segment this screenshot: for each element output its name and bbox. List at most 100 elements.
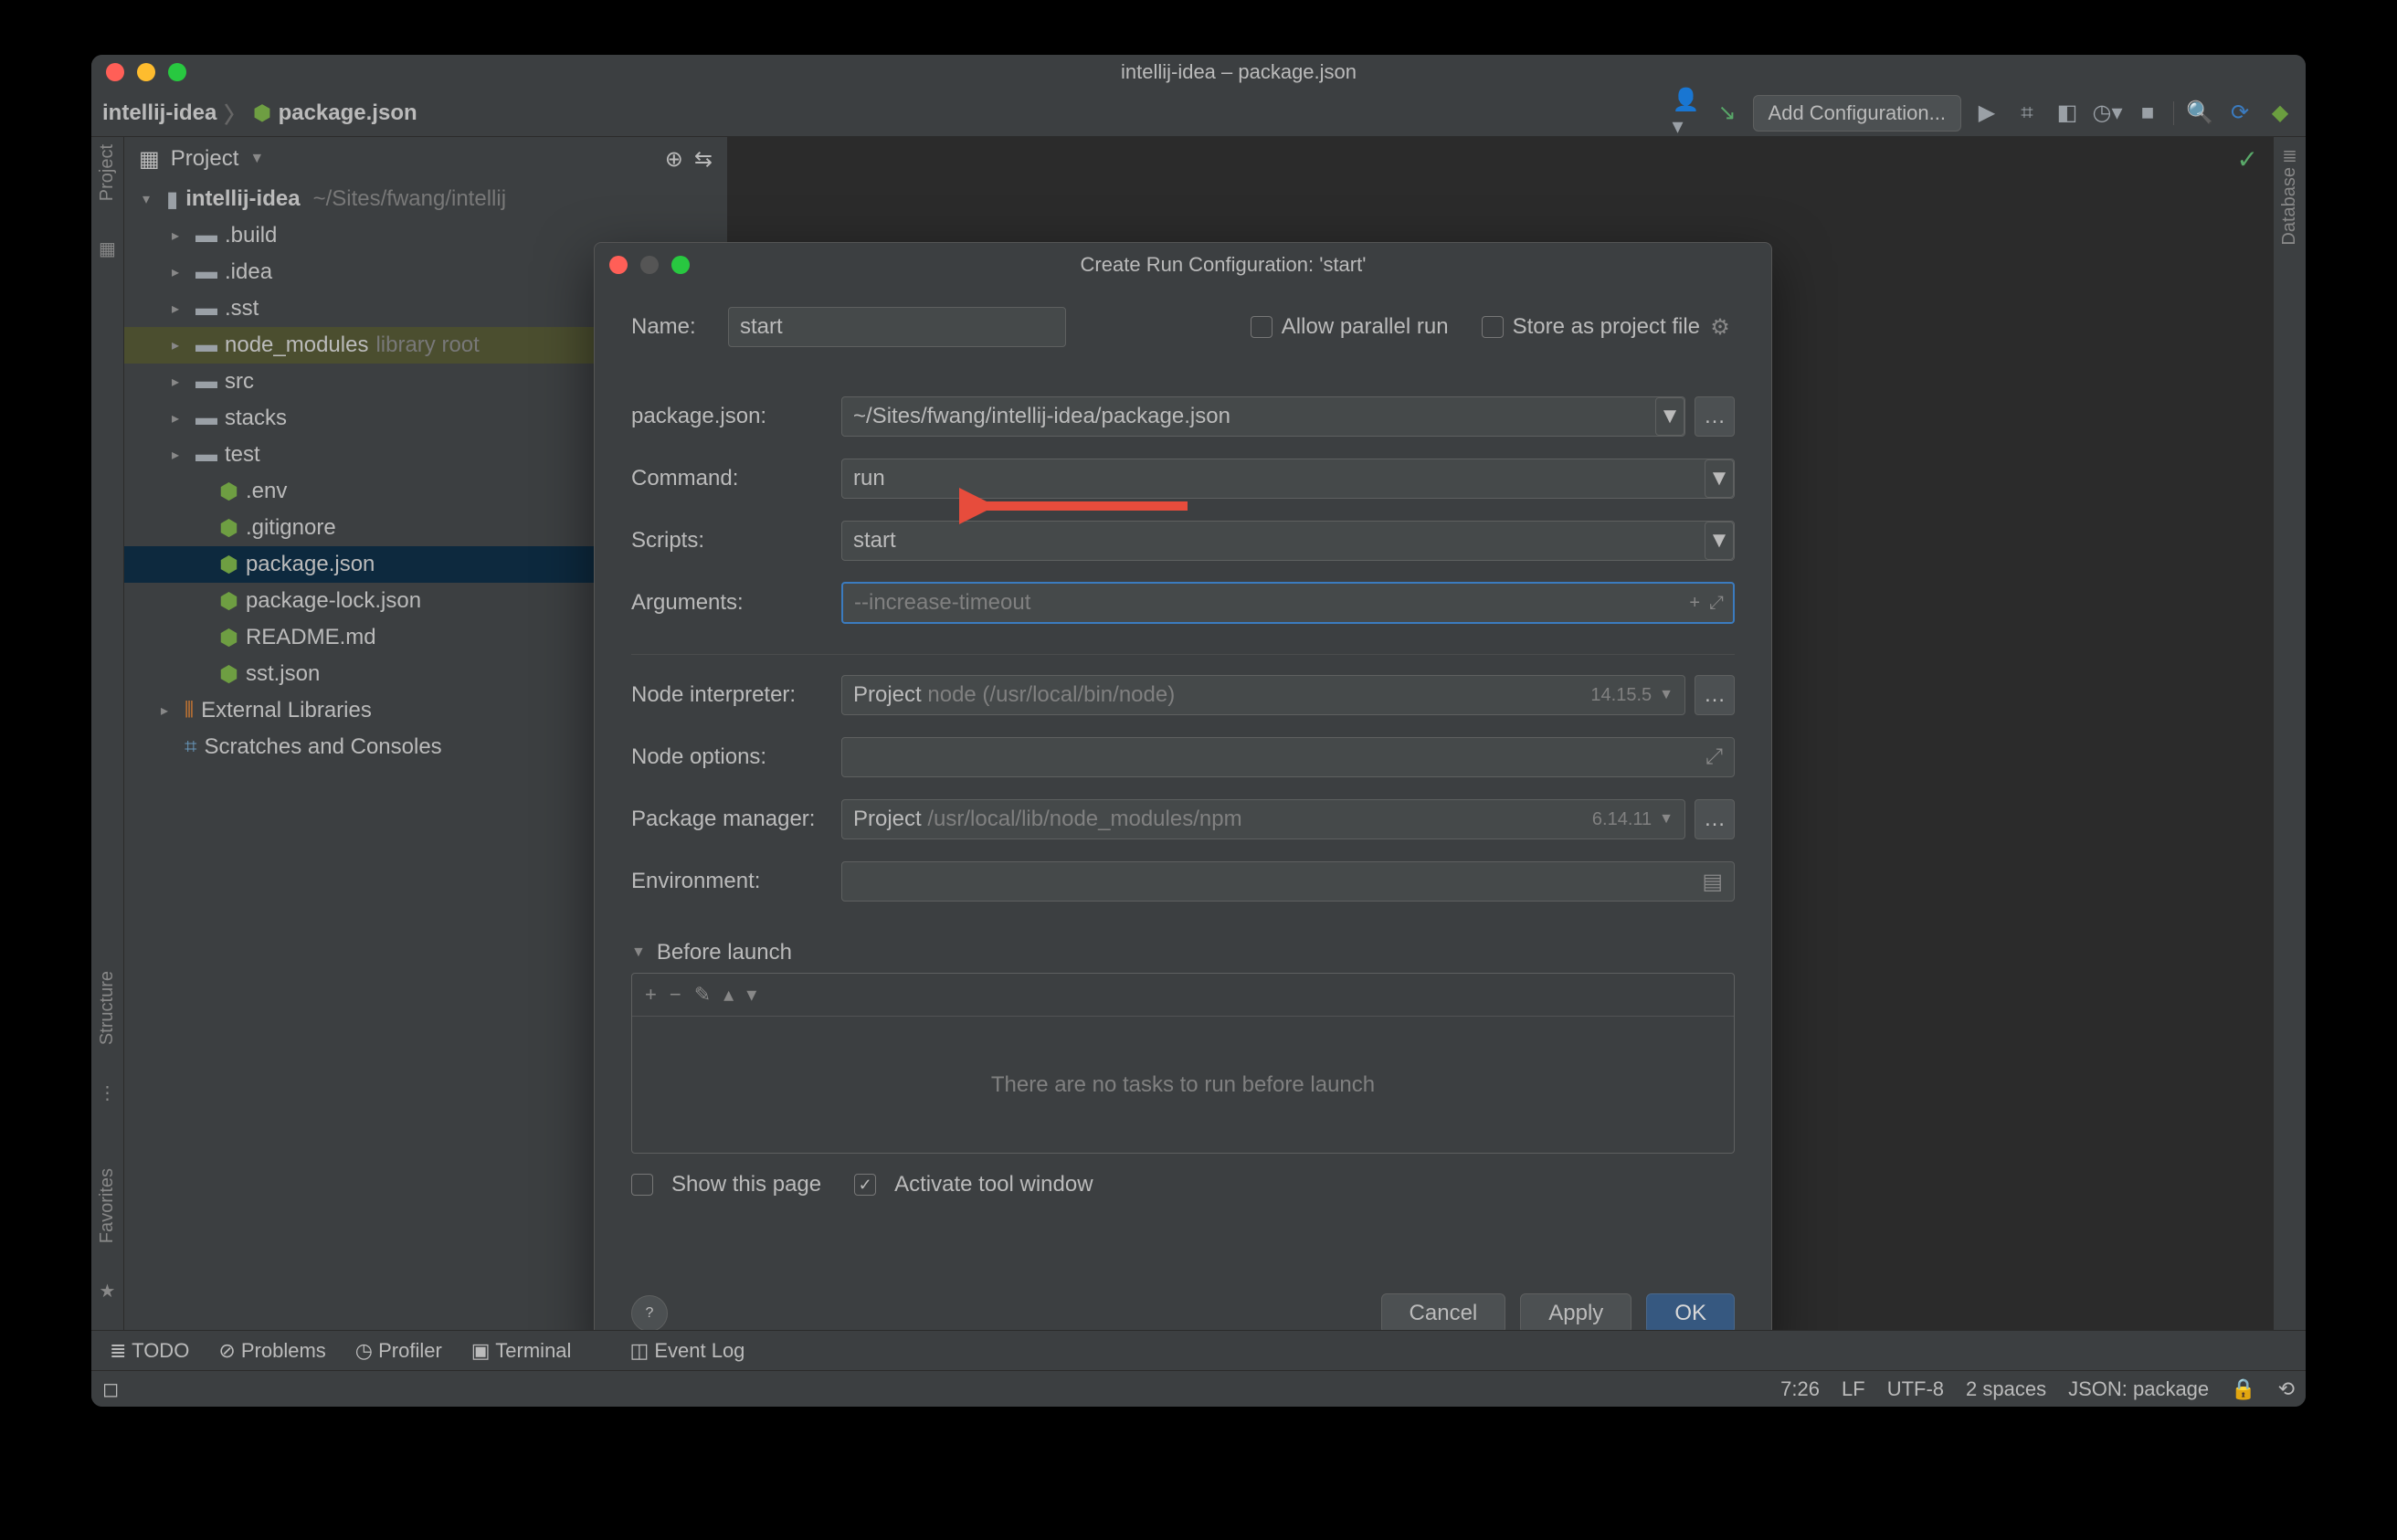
apply-button[interactable]: Apply	[1520, 1293, 1631, 1330]
chevron-down-icon[interactable]: ▼	[631, 944, 646, 961]
debug-icon[interactable]: ⌗	[2012, 99, 2042, 128]
structure-tab[interactable]: Structure	[97, 971, 118, 1045]
event-log-tab[interactable]: ◫ Event Log	[629, 1339, 744, 1363]
sidebar-header: ▦ Project ▼ ⊕ ⇆	[124, 137, 727, 181]
packagejson-select[interactable]: ~/Sites/fwang/intellij-idea/package.json…	[841, 396, 1685, 437]
list-icon[interactable]: ▤	[1702, 869, 1723, 895]
help-button[interactable]: ?	[631, 1295, 668, 1330]
store-project-label[interactable]: Store as project file	[1513, 314, 1700, 340]
breadcrumb-project[interactable]: intellij-idea	[102, 100, 216, 126]
folder-icon: ▬	[195, 406, 217, 431]
target-icon[interactable]: ⊕	[665, 146, 683, 173]
scripts-select[interactable]: start ▼	[841, 521, 1735, 561]
name-input[interactable]	[728, 307, 1066, 347]
terminal-tab[interactable]: ▣ Terminal	[471, 1339, 572, 1363]
file-icon: ⬢	[219, 625, 238, 651]
dialog-title: Create Run Configuration: 'start'	[690, 253, 1757, 277]
status-square-icon[interactable]: ◻	[102, 1377, 119, 1401]
hammer-icon[interactable]: ↘	[1713, 99, 1742, 128]
right-gutter: ≣ Database	[2273, 137, 2306, 1330]
ok-indicator-icon: ✓	[2237, 144, 2258, 174]
sidebar-title[interactable]: Project	[171, 146, 239, 172]
structure-icon: ⋮	[99, 1081, 117, 1104]
left-gutter: Project ▦ Structure ⋮ Favorites ★	[91, 137, 124, 1330]
arguments-input[interactable]: --increase-timeout +⤢	[841, 582, 1735, 624]
scratch-icon: ⌗	[185, 734, 197, 760]
problems-tab[interactable]: ⊘ Problems	[218, 1339, 325, 1363]
package-manager-select[interactable]: Project /usr/local/lib/node_modules/npm …	[841, 799, 1685, 839]
sync-icon[interactable]: ⟳	[2225, 99, 2254, 128]
show-page-label[interactable]: Show this page	[671, 1172, 821, 1197]
project-tab[interactable]: Project	[97, 144, 118, 201]
search-icon[interactable]: 🔍	[2185, 99, 2214, 128]
allow-parallel-label[interactable]: Allow parallel run	[1282, 314, 1449, 340]
chevron-down-icon: ▼	[1705, 522, 1734, 560]
store-project-checkbox[interactable]	[1482, 316, 1504, 338]
breadcrumb-file[interactable]: package.json	[279, 100, 417, 126]
show-page-checkbox[interactable]	[631, 1174, 653, 1196]
syntax-mode[interactable]: JSON: package	[2068, 1377, 2209, 1401]
run-icon[interactable]: ▶	[1972, 99, 2001, 128]
node-options-input[interactable]: ⤢	[841, 737, 1735, 777]
profiler-tab[interactable]: ◷ Profiler	[355, 1339, 442, 1363]
command-select[interactable]: run ▼	[841, 459, 1735, 499]
browse-button[interactable]: …	[1695, 675, 1735, 715]
browse-button[interactable]: …	[1695, 396, 1735, 437]
chevron-down-icon[interactable]: ▼	[249, 151, 264, 167]
coverage-icon[interactable]: ◧	[2053, 99, 2082, 128]
plus-icon[interactable]: +	[1689, 593, 1700, 614]
stop-icon[interactable]: ■	[2133, 99, 2162, 128]
project-icon: ▦	[99, 237, 116, 260]
expand-icon[interactable]: ⤢	[1709, 593, 1724, 614]
environment-input[interactable]: ▤	[841, 861, 1735, 902]
node-interpreter-label: Node interpreter:	[631, 682, 841, 708]
database-icon[interactable]: ≣	[2282, 144, 2297, 167]
ide-window: intellij-idea – package.json intellij-id…	[91, 55, 2306, 1407]
node-options-label: Node options:	[631, 744, 841, 770]
name-label: Name:	[631, 314, 728, 340]
sync-status-icon[interactable]: ⟲	[2278, 1377, 2295, 1401]
maximize-icon[interactable]	[168, 63, 186, 81]
user-icon[interactable]: 👤▾	[1673, 99, 1702, 128]
activate-tool-checkbox[interactable]	[854, 1174, 876, 1196]
bottom-toolbar: ≣ TODO ⊘ Problems ◷ Profiler ▣ Terminal …	[91, 1330, 2306, 1370]
project-dropdown-icon[interactable]: ▦	[139, 146, 160, 173]
package-manager-label: Package manager:	[631, 807, 841, 832]
minimize-icon[interactable]	[137, 63, 155, 81]
chevron-right-icon: ▸	[161, 701, 177, 720]
todo-tab[interactable]: ≣ TODO	[110, 1339, 189, 1363]
close-icon[interactable]	[106, 63, 124, 81]
chevron-down-icon: ▼	[1659, 687, 1674, 703]
indent-setting[interactable]: 2 spaces	[1966, 1377, 2046, 1401]
titlebar: intellij-idea – package.json	[91, 55, 2306, 90]
profiler-icon[interactable]: ◷▾	[2093, 99, 2122, 128]
maximize-icon[interactable]	[671, 256, 690, 274]
activate-tool-label[interactable]: Activate tool window	[894, 1172, 1093, 1197]
gear-icon[interactable]: ⚙	[1705, 312, 1735, 342]
chevron-down-icon: ▾	[143, 190, 159, 208]
lock-icon[interactable]: 🔒	[2231, 1377, 2255, 1401]
status-bar: ◻ 7:26 LF UTF-8 2 spaces JSON: package 🔒…	[91, 1370, 2306, 1407]
tree-root[interactable]: ▾ ▮ intellij-idea ~/Sites/fwang/intellij	[124, 181, 727, 217]
database-tab[interactable]: Database	[2279, 167, 2300, 246]
cancel-button[interactable]: Cancel	[1381, 1293, 1506, 1330]
json-icon: ⬢	[253, 101, 270, 125]
cursor-position[interactable]: 7:26	[1780, 1377, 1820, 1401]
line-ending[interactable]: LF	[1842, 1377, 1865, 1401]
add-button[interactable]: +	[645, 983, 657, 1007]
favorites-tab[interactable]: Favorites	[97, 1168, 118, 1243]
file-icon: ⬢	[219, 588, 238, 615]
allow-parallel-checkbox[interactable]	[1251, 316, 1272, 338]
expand-icon[interactable]: ⇆	[694, 146, 713, 173]
expand-icon[interactable]: ⤢	[1705, 744, 1723, 770]
scripts-label: Scripts:	[631, 528, 841, 554]
browse-button[interactable]: …	[1695, 799, 1735, 839]
ok-button[interactable]: OK	[1646, 1293, 1735, 1330]
chevron-right-icon: ▸	[172, 336, 188, 354]
node-interpreter-select[interactable]: Project node (/usr/local/bin/node) 14.15…	[841, 675, 1685, 715]
add-configuration-button[interactable]: Add Configuration...	[1753, 95, 1961, 132]
chevron-right-icon: ▸	[172, 300, 188, 318]
ide-icon[interactable]: ◆	[2265, 99, 2295, 128]
encoding[interactable]: UTF-8	[1887, 1377, 1944, 1401]
close-icon[interactable]	[609, 256, 628, 274]
